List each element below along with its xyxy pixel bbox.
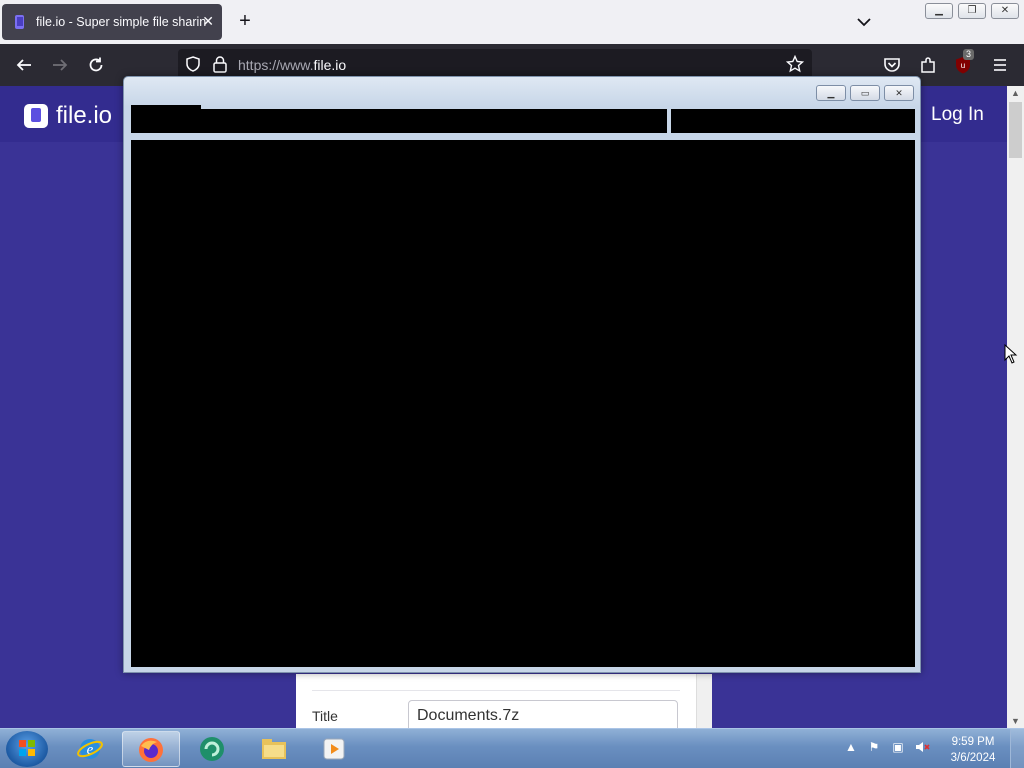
- extensions-puzzle-icon[interactable]: [918, 55, 938, 75]
- window-minimize-button[interactable]: ▁: [925, 3, 953, 19]
- reload-icon[interactable]: [86, 55, 106, 75]
- taskbar-file-explorer[interactable]: [246, 731, 304, 767]
- popup-close-button[interactable]: ✕: [884, 85, 914, 101]
- window-close-button[interactable]: ✕: [991, 3, 1019, 19]
- forward-arrow-icon[interactable]: [50, 55, 70, 75]
- hamburger-menu-icon[interactable]: [990, 55, 1010, 75]
- fileio-favicon-icon: [12, 14, 28, 30]
- tracking-protection-shield-icon[interactable]: [184, 55, 202, 78]
- taskbar-app-green[interactable]: [184, 731, 242, 767]
- popup-minimize-button[interactable]: ▁: [816, 85, 846, 101]
- windows-taskbar: e ▲ ⚑ ▣ 9:59 PM 3/6/2024: [0, 728, 1024, 768]
- logo-text: file.io: [56, 102, 113, 129]
- fileio-logo-icon: [24, 104, 48, 128]
- pocket-icon[interactable]: [882, 55, 902, 75]
- taskbar-internet-explorer[interactable]: e: [62, 731, 120, 767]
- scroll-up-arrow-icon[interactable]: ▲: [1007, 86, 1024, 100]
- taskbar-media-player[interactable]: [306, 731, 364, 767]
- popup-toolbar-left: [131, 105, 667, 133]
- scroll-down-arrow-icon[interactable]: ▼: [1007, 714, 1024, 728]
- show-hidden-icons-arrow-icon[interactable]: ▲: [843, 739, 859, 755]
- media-player-icon: [323, 738, 345, 760]
- folder-icon: [262, 739, 286, 759]
- show-desktop-button[interactable]: [1010, 729, 1024, 768]
- taskbar-firefox[interactable]: [122, 731, 180, 767]
- scrollbar-thumb[interactable]: [1009, 102, 1022, 158]
- card-scrollbar[interactable]: [696, 674, 712, 728]
- system-clock[interactable]: 9:59 PM 3/6/2024: [938, 734, 1008, 766]
- bookmark-star-icon[interactable]: [785, 54, 805, 78]
- action-center-flag-icon[interactable]: ⚑: [866, 739, 882, 755]
- volume-muted-icon[interactable]: [914, 739, 930, 755]
- url-host: file.io: [313, 57, 347, 73]
- browser-tab-active[interactable]: file.io - Super simple file sharing ✕: [2, 4, 222, 40]
- site-logo[interactable]: file.io: [24, 102, 112, 130]
- floating-window[interactable]: ▁ ▭ ✕: [123, 76, 921, 673]
- login-link[interactable]: Log In: [931, 104, 984, 126]
- popup-content-area: [131, 140, 915, 667]
- clock-time: 9:59 PM: [951, 736, 995, 748]
- firefox-icon: [139, 738, 163, 762]
- network-icon[interactable]: ▣: [890, 739, 906, 755]
- upload-form-card: Title Documents.7z: [296, 674, 712, 728]
- windows-start-button[interactable]: [6, 731, 48, 767]
- tab-title: file.io - Super simple file sharing: [36, 15, 206, 29]
- back-arrow-icon[interactable]: [14, 55, 34, 75]
- new-tab-button[interactable]: +: [234, 10, 256, 32]
- page-scrollbar[interactable]: ▲ ▼: [1007, 86, 1024, 728]
- list-all-tabs-button[interactable]: [854, 12, 874, 32]
- windows-logo-icon: [19, 740, 35, 756]
- window-restore-button[interactable]: ❐: [958, 3, 986, 19]
- url-text[interactable]: https://www.file.io: [238, 57, 346, 73]
- lock-icon[interactable]: [212, 55, 228, 78]
- extension-badge: 3: [963, 49, 975, 60]
- ublock-origin-icon[interactable]: u 3: [953, 49, 975, 75]
- media-app-icon: [200, 737, 224, 761]
- title-field-label: Title: [312, 708, 338, 724]
- divider: [312, 690, 680, 691]
- internet-explorer-icon: e: [77, 739, 103, 759]
- tab-close-icon[interactable]: ✕: [202, 13, 214, 30]
- chevron-down-icon: [857, 18, 871, 27]
- svg-text:u: u: [961, 61, 965, 70]
- browser-tab-strip: file.io - Super simple file sharing ✕ + …: [0, 0, 1024, 44]
- mouse-cursor-icon: [1004, 344, 1018, 364]
- url-prefix: https://www.: [238, 57, 314, 73]
- title-input[interactable]: Documents.7z: [408, 700, 678, 728]
- popup-toolbar-right: [671, 109, 915, 133]
- popup-maximize-button[interactable]: ▭: [850, 85, 880, 101]
- clock-date: 3/6/2024: [950, 752, 996, 764]
